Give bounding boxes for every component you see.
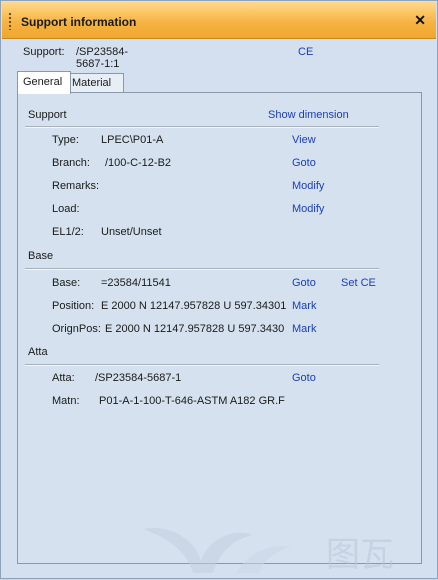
orignpos-mark-link[interactable]: Mark [292, 323, 316, 335]
matn-value: P01-A-1-100-T-646-ASTM A182 GR.F [99, 395, 285, 407]
el12-label: EL1/2: [52, 226, 84, 238]
support-label: Support: [23, 46, 65, 58]
watermark-text: 图瓦 [326, 535, 394, 575]
base-value: =23584/11541 [101, 277, 171, 289]
support-info-window: Support information ✕ Support: /SP23584-… [0, 0, 438, 579]
tab-material[interactable]: Material [66, 73, 124, 92]
orignpos-label: OrignPos: [52, 323, 101, 335]
window-title: Support information [21, 15, 137, 29]
atta-label: Atta: [52, 372, 75, 384]
show-dimension-link[interactable]: Show dimension [268, 109, 349, 121]
title-bar[interactable]: Support information ✕ [2, 2, 436, 39]
load-modify-link[interactable]: Modify [292, 203, 324, 215]
position-mark-link[interactable]: Mark [292, 300, 316, 312]
branch-goto-link[interactable]: Goto [292, 157, 316, 169]
divider [25, 364, 379, 366]
type-label: Type: [52, 134, 79, 146]
base-goto-link[interactable]: Goto [292, 277, 316, 289]
divider [25, 126, 379, 128]
remarks-label: Remarks: [52, 180, 100, 192]
load-label: Load: [52, 203, 80, 215]
branch-value: /100-C-12-B2 [105, 157, 172, 169]
remarks-modify-link[interactable]: Modify [292, 180, 324, 192]
divider [25, 268, 379, 270]
atta-goto-link[interactable]: Goto [292, 372, 316, 384]
support-line: Support: /SP23584-5687-1:1 CE [23, 46, 313, 70]
general-panel: Support Show dimension Type: LPEC\P01-A … [17, 92, 422, 564]
position-label: Position: [52, 300, 95, 312]
section-base-header: Base [28, 250, 54, 262]
branch-label: Branch: [52, 157, 90, 169]
orignpos-value: E 2000 N 12147.957828 U 597.3430 [105, 323, 285, 335]
tab-general[interactable]: General [17, 71, 71, 94]
drag-grip-icon[interactable] [8, 12, 12, 30]
matn-label: Matn: [52, 395, 80, 407]
section-support-header: Support [28, 109, 67, 121]
base-label: Base: [52, 277, 81, 289]
position-value: E 2000 N 12147.957828 U 597.34301 [101, 300, 287, 312]
type-value: LPEC\P01-A [101, 134, 164, 146]
ce-link[interactable]: CE [298, 46, 313, 58]
close-icon[interactable]: ✕ [414, 13, 426, 27]
section-atta-header: Atta [28, 346, 48, 358]
support-value: /SP23584-5687-1:1 [76, 46, 128, 70]
atta-value: /SP23584-5687-1 [95, 372, 182, 384]
el12-value: Unset/Unset [101, 226, 162, 238]
set-ce-link[interactable]: Set CE [341, 277, 376, 289]
view-link[interactable]: View [292, 134, 316, 146]
watermark-swoosh-icon [143, 527, 291, 573]
watermark-logo: 图瓦 [141, 521, 421, 577]
